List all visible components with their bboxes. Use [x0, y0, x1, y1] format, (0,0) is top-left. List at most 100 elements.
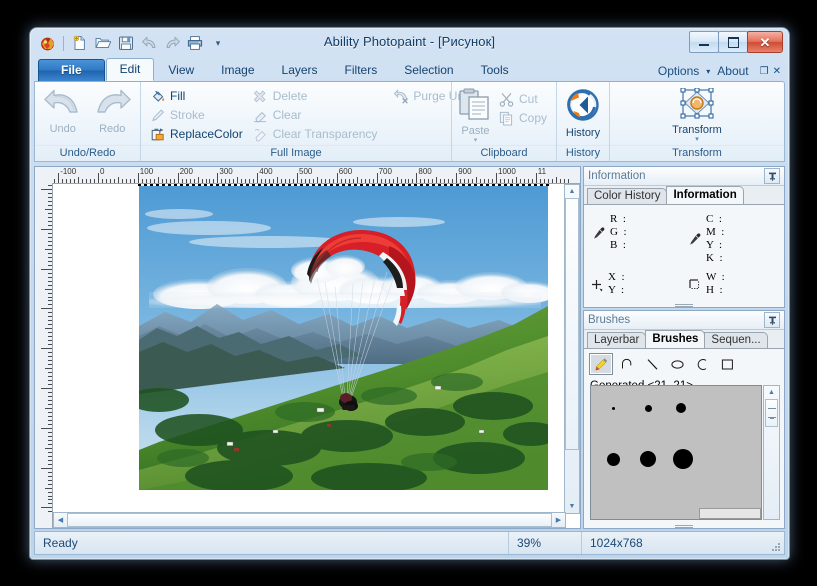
- brushes-panel-tabs: Layerbar Brushes Sequen...: [584, 330, 784, 349]
- brush-scroll-up-button[interactable]: ▲: [764, 386, 779, 398]
- ruler-minor-tick: [48, 197, 52, 198]
- window-title: Ability Photopaint - [Рисунок]: [323, 34, 496, 49]
- ruler-minor-tick: [48, 376, 52, 378]
- ruler-minor-tick: [225, 179, 227, 183]
- line-icon[interactable]: [641, 354, 663, 374]
- maximize-button[interactable]: [718, 31, 748, 53]
- pin-icon[interactable]: [764, 168, 780, 184]
- panel-resize-gripper[interactable]: [584, 302, 784, 307]
- scroll-right-button[interactable]: ▶: [552, 513, 565, 527]
- cut-label: Cut: [518, 92, 538, 106]
- pencil-brush-icon[interactable]: [589, 353, 613, 375]
- maximize-icon: [727, 36, 739, 48]
- minimize-button[interactable]: [689, 31, 719, 53]
- tab-view[interactable]: View: [155, 60, 207, 81]
- fill-button[interactable]: Fill: [146, 87, 247, 105]
- mdi-restore-icon[interactable]: ❐: [760, 66, 769, 77]
- ruler-label: 11: [537, 167, 547, 176]
- ruler-minor-tick: [48, 372, 52, 374]
- scroll-down-button[interactable]: ▼: [565, 500, 579, 513]
- ruler-minor-tick: [348, 179, 350, 183]
- curve-hook-icon[interactable]: [616, 354, 638, 374]
- resize-grip-icon[interactable]: [769, 540, 781, 552]
- copy-button[interactable]: Copy: [495, 109, 551, 127]
- ruler-minor-tick: [48, 324, 52, 326]
- undo-button[interactable]: Undo: [40, 85, 86, 135]
- canvas-area[interactable]: [53, 184, 566, 514]
- transform-caret-icon[interactable]: ▾: [695, 136, 699, 143]
- size-readout: W : H :: [688, 271, 725, 297]
- ruler-minor-tick: [181, 179, 183, 183]
- transform-button[interactable]: Transform ▾: [666, 85, 728, 143]
- tab-sequences[interactable]: Sequen...: [704, 332, 768, 348]
- tab-selection[interactable]: Selection: [391, 60, 466, 81]
- brush-preview-hscroll[interactable]: [699, 508, 761, 519]
- tab-filters[interactable]: Filters: [332, 60, 391, 81]
- pin-icon[interactable]: [764, 312, 780, 328]
- ruler-minor-tick: [45, 447, 52, 449]
- ruler-label: 200: [179, 167, 193, 176]
- scroll-left-button[interactable]: ◀: [54, 513, 67, 527]
- ruler-minor-tick: [273, 179, 275, 183]
- cut-button[interactable]: Cut: [495, 90, 551, 108]
- panel-resize-gripper[interactable]: [584, 523, 784, 528]
- tab-image[interactable]: Image: [208, 60, 267, 81]
- ruler-minor-tick: [468, 179, 470, 183]
- canvas-horizontal-scrollbar[interactable]: ◀ ▶: [53, 512, 566, 528]
- clear-button[interactable]: Clear: [249, 106, 382, 124]
- tab-layers[interactable]: Layers: [269, 60, 331, 81]
- chevron-down-icon[interactable]: ▾: [706, 67, 710, 76]
- tab-brushes[interactable]: Brushes: [645, 330, 706, 348]
- replace-color-button[interactable]: ReplaceColor: [146, 125, 247, 143]
- ruler-minor-tick: [396, 177, 398, 183]
- tab-file[interactable]: File: [38, 59, 105, 81]
- brush-tool-strip: [584, 349, 784, 379]
- scroll-up-button[interactable]: ▲: [565, 185, 579, 198]
- ruler-minor-tick: [237, 177, 239, 183]
- paste-button[interactable]: Paste ▾: [457, 85, 494, 144]
- ruler-minor-tick: [48, 193, 52, 194]
- stroke-button[interactable]: Stroke: [146, 106, 247, 124]
- horizontal-ruler[interactable]: -100 0 100 200 300 400 500 600 700 800 900 1000 11: [52, 167, 580, 184]
- about-menu[interactable]: About: [717, 64, 748, 78]
- crosshair-icon: [590, 277, 604, 293]
- ruler-minor-tick: [432, 179, 434, 183]
- status-zoom[interactable]: 39%: [509, 532, 581, 554]
- purge-undo-icon: [393, 88, 409, 104]
- ruler-minor-tick: [48, 312, 52, 314]
- tab-color-history[interactable]: Color History: [587, 188, 668, 204]
- eyedropper-icon: [688, 231, 702, 247]
- brush-list-scrollbar[interactable]: ▲: [763, 385, 780, 520]
- tab-tools[interactable]: Tools: [468, 60, 522, 81]
- tab-layerbar[interactable]: Layerbar: [587, 332, 647, 348]
- ruler-minor-tick: [48, 304, 52, 306]
- image-canvas[interactable]: [129, 184, 559, 493]
- ruler-minor-tick: [169, 179, 171, 183]
- ruler-minor-tick: [352, 179, 354, 183]
- ruler-major-tick: [41, 308, 52, 310]
- ribbon-group-clipboard: Paste ▾ Cut Copy Clipboard: [451, 82, 556, 161]
- redo-button[interactable]: Redo: [90, 85, 136, 135]
- brush-preview-area[interactable]: [590, 385, 762, 520]
- ellipse-icon[interactable]: [666, 354, 688, 374]
- tab-edit[interactable]: Edit: [105, 58, 155, 81]
- ruler-major-tick: [41, 427, 52, 429]
- brush-scrollbar-thumb[interactable]: [765, 399, 778, 427]
- delete-button[interactable]: Delete: [249, 87, 382, 105]
- arc-icon[interactable]: [691, 354, 713, 374]
- canvas-vertical-scrollbar[interactable]: ▲ ▼: [564, 184, 580, 514]
- transform-label: Transform: [672, 124, 722, 136]
- rectangle-icon[interactable]: [716, 354, 738, 374]
- ruler-minor-tick: [54, 179, 56, 183]
- tab-information[interactable]: Information: [666, 186, 744, 204]
- close-button[interactable]: ✕: [747, 31, 783, 53]
- paste-caret-icon[interactable]: ▾: [474, 137, 478, 144]
- ruler-minor-tick: [189, 179, 191, 183]
- clear-transparency-button[interactable]: Clear Transparency: [249, 125, 382, 143]
- mdi-close-icon[interactable]: ✕: [773, 66, 781, 77]
- horizontal-scrollbar-thumb[interactable]: [67, 513, 552, 527]
- vertical-ruler[interactable]: [35, 183, 53, 528]
- history-button[interactable]: History: [562, 85, 604, 139]
- options-menu[interactable]: Options: [658, 64, 699, 78]
- vertical-scrollbar-thumb[interactable]: [565, 198, 579, 450]
